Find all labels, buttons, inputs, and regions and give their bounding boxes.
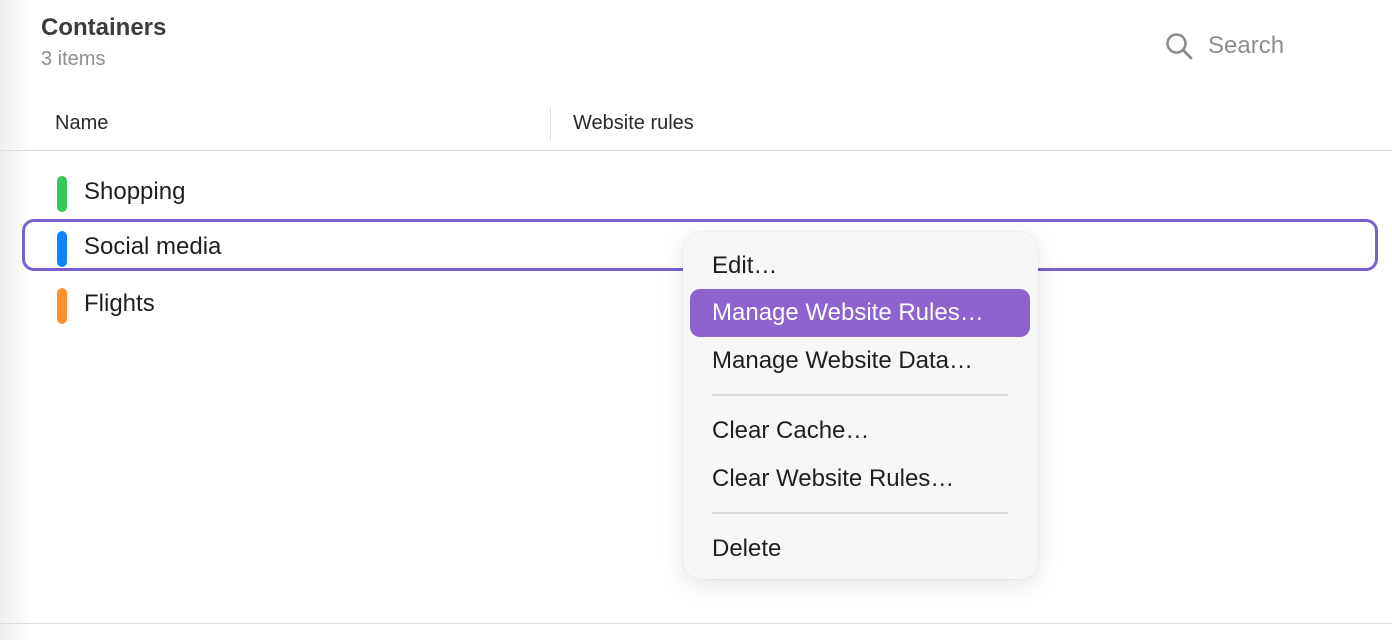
- containers-page: Containers 3 items Name Website rules Sh…: [0, 0, 1392, 640]
- context-menu: Edit… Manage Website Rules… Manage Websi…: [683, 232, 1038, 579]
- search-input[interactable]: [1208, 32, 1358, 60]
- column-divider[interactable]: [550, 108, 551, 140]
- menu-separator: [712, 512, 1008, 514]
- container-color-indicator: [57, 231, 67, 267]
- search-field[interactable]: [1164, 28, 1358, 64]
- container-name: Shopping: [84, 178, 186, 205]
- footer-divider: [0, 623, 1392, 624]
- menu-item-manage-website-rules[interactable]: Manage Website Rules…: [690, 289, 1030, 337]
- search-icon: [1166, 33, 1193, 60]
- container-color-indicator: [57, 288, 67, 324]
- item-count: 3 items: [41, 48, 106, 70]
- menu-item-manage-website-data[interactable]: Manage Website Data…: [690, 337, 1030, 385]
- container-name: Flights: [84, 290, 155, 317]
- menu-item-clear-website-rules[interactable]: Clear Website Rules…: [690, 455, 1030, 503]
- column-header-website-rules[interactable]: Website rules: [573, 112, 694, 135]
- container-color-indicator: [57, 176, 67, 212]
- header-divider: [0, 150, 1392, 151]
- page-title: Containers: [41, 14, 167, 41]
- menu-item-clear-cache[interactable]: Clear Cache…: [690, 407, 1030, 455]
- menu-item-edit[interactable]: Edit…: [690, 242, 1030, 290]
- container-name: Social media: [84, 233, 222, 260]
- menu-item-delete[interactable]: Delete: [690, 525, 1030, 573]
- column-header-name[interactable]: Name: [55, 112, 108, 135]
- menu-separator: [712, 394, 1008, 396]
- table-row-shopping[interactable]: Shopping: [22, 164, 1378, 216]
